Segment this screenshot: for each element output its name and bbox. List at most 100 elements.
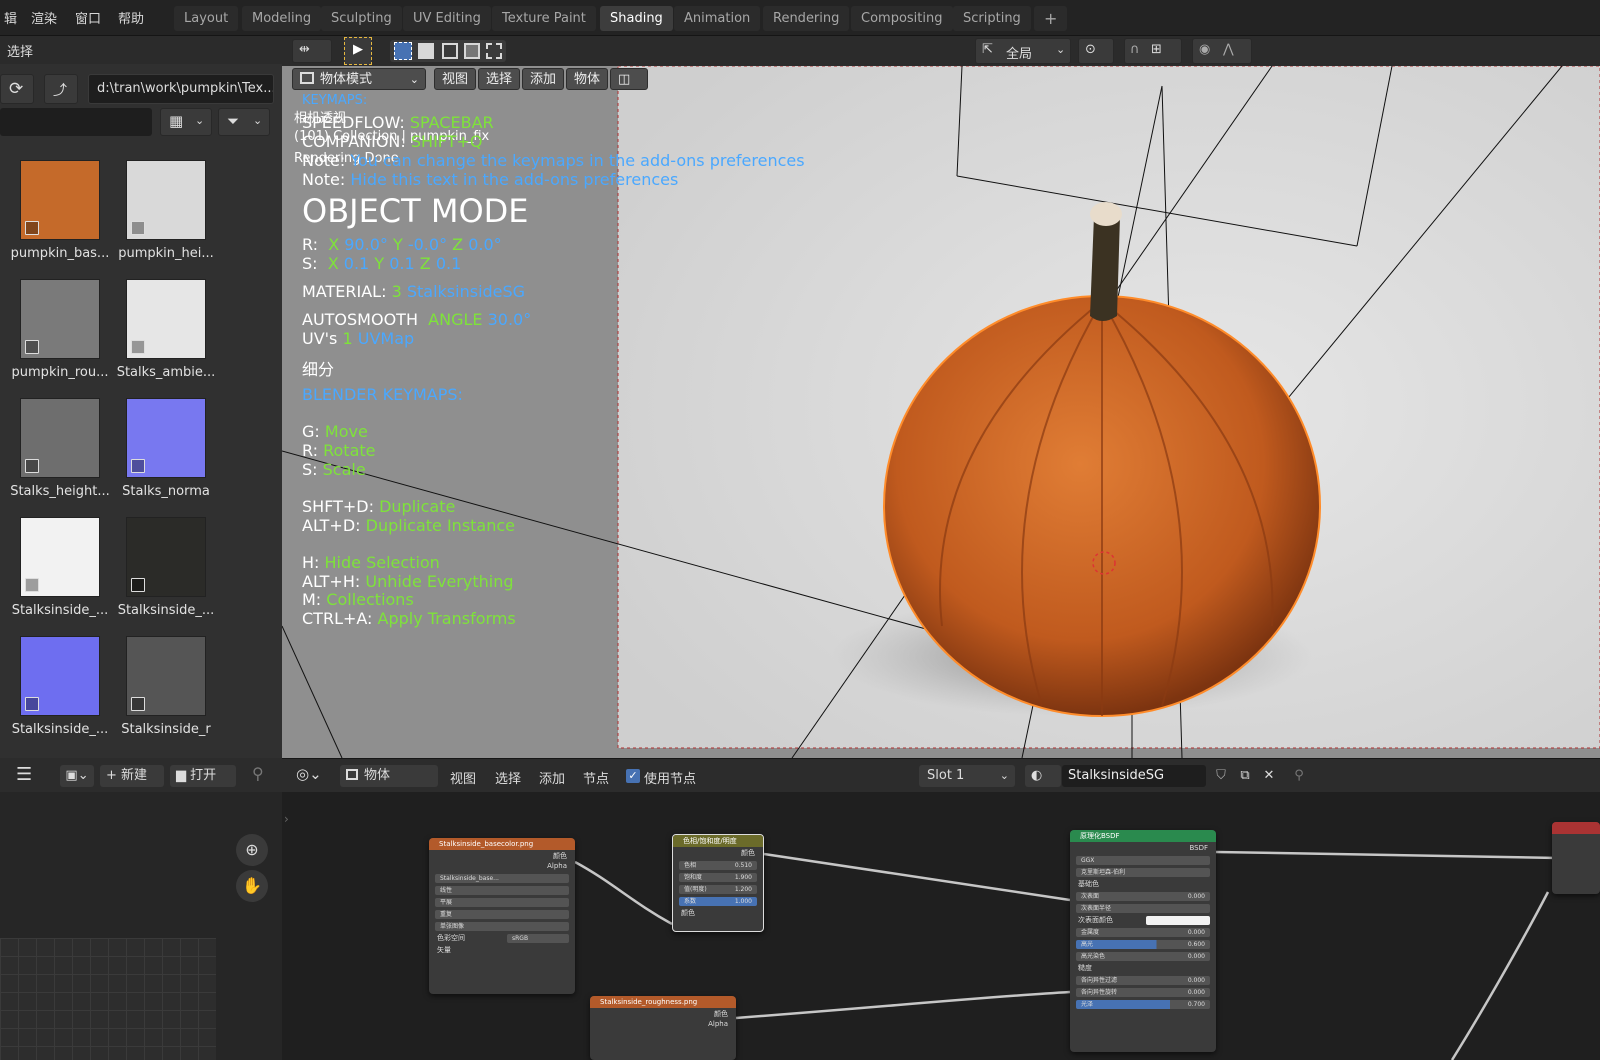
file-label[interactable]: Stalksinside_r bbox=[112, 722, 220, 737]
file-thumbnail[interactable] bbox=[20, 517, 100, 597]
anisotropic-rotation-row[interactable]: 各向异性旋转 0.000 bbox=[1070, 986, 1216, 998]
image-grid-canvas[interactable] bbox=[0, 938, 216, 1060]
slot-dropdown[interactable]: Slot 1 ⌄ bbox=[919, 765, 1015, 787]
node-menu-view[interactable]: 视图 bbox=[450, 768, 476, 787]
projection-row[interactable]: 平展 bbox=[429, 896, 575, 908]
image-texture-node-roughness[interactable]: Stalksinside_roughness.png 颜色 Alpha bbox=[590, 996, 736, 1060]
node-menu-node[interactable]: 节点 bbox=[583, 768, 609, 787]
extension-field[interactable]: 重复 bbox=[435, 910, 569, 919]
file-thumbnail[interactable] bbox=[126, 398, 206, 478]
tab-texture-paint[interactable]: Texture Paint bbox=[492, 6, 596, 31]
node-header[interactable]: Stalksinside_roughness.png bbox=[590, 996, 736, 1008]
specular-row[interactable]: 高光 0.600 bbox=[1070, 938, 1216, 950]
tab-rendering[interactable]: Rendering bbox=[763, 6, 850, 31]
node-editor-canvas[interactable]: Stalksinside_basecolor.png 颜色 Alpha Stal… bbox=[282, 792, 1600, 1060]
interpolation-row[interactable]: 线性 bbox=[429, 884, 575, 896]
file-thumbnail[interactable] bbox=[20, 160, 100, 240]
editor-type-icon[interactable]: ◎⌄ bbox=[296, 765, 330, 787]
tab-layout[interactable]: Layout bbox=[174, 6, 239, 31]
node-menu-select[interactable]: 选择 bbox=[495, 768, 521, 787]
tab-animation[interactable]: Animation bbox=[674, 6, 761, 31]
filter-dropdown[interactable]: ⏷ ⌄ bbox=[218, 108, 270, 136]
sheen-row[interactable]: 光泽 0.700 bbox=[1070, 998, 1216, 1010]
select-invert-icon[interactable] bbox=[464, 43, 480, 59]
distribution-row[interactable]: GGX bbox=[1070, 854, 1216, 866]
material-name-field[interactable]: StalksinsideSG bbox=[1062, 765, 1206, 787]
file-label[interactable]: Stalks_height... bbox=[6, 484, 114, 499]
file-label[interactable]: Stalks_norma bbox=[112, 484, 220, 499]
menu-object[interactable]: 物体 bbox=[566, 68, 609, 90]
distribution-field[interactable]: GGX bbox=[1076, 856, 1210, 865]
chevron-right-icon[interactable]: › bbox=[284, 812, 289, 826]
file-label[interactable]: Stalks_ambie... bbox=[112, 365, 220, 380]
colorspace-row[interactable]: 色彩空间 sRGB bbox=[429, 932, 575, 944]
shader-type-dropdown[interactable]: 物体 bbox=[340, 765, 438, 787]
file-label[interactable]: pumpkin_hei... bbox=[112, 246, 220, 261]
select-tool-button[interactable]: ▶ bbox=[344, 37, 372, 65]
specular-tint-row[interactable]: 高光染色 0.000 bbox=[1070, 950, 1216, 962]
duplicate-material-icon[interactable]: ⧉ bbox=[1234, 765, 1256, 787]
menu-select[interactable]: 选择 bbox=[478, 68, 521, 90]
add-workspace-button[interactable]: + bbox=[1034, 6, 1068, 31]
filter-search-input[interactable] bbox=[0, 108, 152, 136]
snapping-group[interactable]: ∩ ⊞ bbox=[1124, 38, 1182, 64]
zoom-icon[interactable]: ⊕ bbox=[236, 834, 268, 866]
file-thumbnail[interactable] bbox=[20, 398, 100, 478]
file-thumbnail[interactable] bbox=[126, 160, 206, 240]
file-label[interactable]: Stalksinside_... bbox=[6, 603, 114, 618]
value-field-row[interactable]: 值(明度) 1.200 bbox=[673, 883, 763, 895]
pin-icon[interactable]: ⚲ bbox=[1288, 765, 1310, 787]
file-thumbnail[interactable] bbox=[126, 517, 206, 597]
3d-viewport[interactable]: 物体模式 ⌄ 视图 选择 添加 物体 ◫ KEYMAPS: 相机透视 SPEED… bbox=[282, 66, 1600, 758]
object-gizmo-dropdown[interactable]: ◫ bbox=[610, 68, 648, 90]
hamburger-menu-icon[interactable]: ☰ bbox=[16, 764, 32, 785]
image-texture-node-basecolor[interactable]: Stalksinside_basecolor.png 颜色 Alpha Stal… bbox=[429, 838, 575, 994]
extension-row[interactable]: 重复 bbox=[429, 908, 575, 920]
menu-help[interactable]: 帮助 bbox=[118, 8, 144, 27]
tab-sculpting[interactable]: Sculpting bbox=[321, 6, 402, 31]
tab-uv-editing[interactable]: UV Editing bbox=[403, 6, 491, 31]
menu-window[interactable]: 窗口 bbox=[75, 8, 101, 27]
node-header[interactable]: Stalksinside_basecolor.png bbox=[429, 838, 575, 850]
select-extend-icon[interactable] bbox=[418, 43, 434, 59]
source-row[interactable]: 单张图像 bbox=[429, 920, 575, 932]
menu-add[interactable]: 添加 bbox=[522, 68, 565, 90]
select-menu[interactable]: 选择 bbox=[7, 41, 33, 60]
tab-modeling[interactable]: Modeling bbox=[242, 6, 322, 31]
refresh-button[interactable]: ⟳ bbox=[0, 74, 34, 104]
proportional-editing-group[interactable]: ◉ ⋀ bbox=[1192, 38, 1252, 64]
node-header[interactable]: 原理化BSDF bbox=[1070, 830, 1216, 842]
material-output-node[interactable] bbox=[1552, 822, 1600, 894]
sss-method-row[interactable]: 克里斯坦森-伯利 bbox=[1070, 866, 1216, 878]
new-image-button[interactable]: + 新建 bbox=[100, 765, 164, 787]
file-label[interactable]: Stalksinside_... bbox=[112, 603, 220, 618]
principled-bsdf-node[interactable]: 原理化BSDF BSDF GGX 克里斯坦森-伯利 基础色 次表面 0.000 次… bbox=[1070, 830, 1216, 1052]
unlink-material-icon[interactable]: ✕ bbox=[1258, 765, 1280, 787]
pivot-point-dropdown[interactable]: ⊙ bbox=[1078, 38, 1114, 64]
directory-path-input[interactable]: d:\tran\work\pumpkin\Tex... bbox=[88, 74, 274, 104]
open-image-button[interactable]: ▆ 打开 bbox=[170, 765, 236, 787]
colorspace-field[interactable]: sRGB bbox=[507, 934, 569, 943]
image-browse-icon[interactable]: ▣⌄ bbox=[60, 765, 94, 787]
subsurface-radius-field[interactable]: 次表面半径 bbox=[1076, 904, 1210, 913]
pin-icon[interactable]: ⚲ bbox=[252, 764, 264, 783]
material-browse-button[interactable]: ◐ bbox=[1025, 765, 1061, 787]
hue-saturation-value-node[interactable]: 色相/饱和度/明度 颜色 色相 0.510 饱和度 1.900 值(明度) 1.200… bbox=[672, 834, 764, 932]
tab-scripting[interactable]: Scripting bbox=[953, 6, 1031, 31]
image-selector[interactable]: Stalksinside_base... bbox=[429, 872, 575, 884]
subsurface-color-row[interactable]: 次表面颜色 bbox=[1070, 914, 1216, 926]
subsurface-color-swatch[interactable] bbox=[1146, 916, 1210, 925]
display-mode-dropdown[interactable]: ▦ ⌄ bbox=[160, 108, 212, 136]
editor-type-dropdown[interactable]: ⇹ bbox=[292, 39, 332, 63]
hand-pan-icon[interactable]: ✋ bbox=[236, 870, 268, 902]
source-field[interactable]: 单张图像 bbox=[435, 922, 569, 931]
file-label[interactable]: pumpkin_bas... bbox=[6, 246, 114, 261]
tab-compositing[interactable]: Compositing bbox=[851, 6, 953, 31]
hue-field-row[interactable]: 色相 0.510 bbox=[673, 859, 763, 871]
menu-edit[interactable]: 辑 bbox=[4, 8, 17, 27]
parent-directory-button[interactable]: ⤴ bbox=[44, 74, 78, 104]
subsurface-row[interactable]: 次表面 0.000 bbox=[1070, 890, 1216, 902]
select-subtract-icon[interactable] bbox=[442, 43, 458, 59]
sss-method-field[interactable]: 克里斯坦森-伯利 bbox=[1076, 868, 1210, 877]
metallic-row[interactable]: 金属度 0.000 bbox=[1070, 926, 1216, 938]
